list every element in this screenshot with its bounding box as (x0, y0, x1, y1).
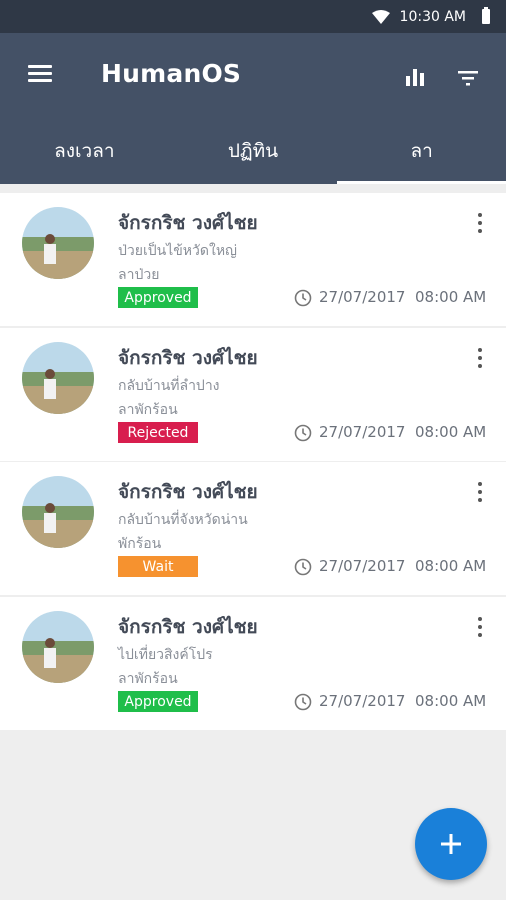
request-date: 27/07/2017 (319, 288, 406, 306)
leave-request-card[interactable]: จักรกริช วงศ์ไชย ไปเที่ยวสิงค์โปร ลาพักร… (0, 597, 506, 730)
tab-leave[interactable]: ลา (337, 117, 506, 184)
request-datetime: 27/07/2017 08:00 AM (319, 557, 486, 575)
app-bar: HumanOS (0, 33, 506, 117)
filter-icon[interactable] (456, 69, 480, 87)
leave-type: ลาพักร้อน (118, 402, 178, 418)
more-options-icon[interactable] (472, 480, 488, 504)
leave-request-card[interactable]: จักรกริช วงศ์ไชย กลับบ้านที่จังหวัดน่าน … (0, 462, 506, 595)
battery-icon (482, 7, 490, 24)
request-datetime: 27/07/2017 08:00 AM (319, 288, 486, 306)
leave-type: ลาพักร้อน (118, 671, 178, 687)
leave-request-card[interactable]: จักรกริช วงศ์ไชย ป่วยเป็นไข้หวัดใหญ่ ลาป… (0, 193, 506, 326)
leave-reason: กลับบ้านที่ลำปาง (118, 378, 220, 394)
leave-reason: ป่วยเป็นไข้หวัดใหญ่ (118, 243, 237, 259)
plus-icon (441, 834, 461, 854)
employee-name: จักรกริช วงศ์ไชย (118, 481, 258, 503)
leave-request-card[interactable]: จักรกริช วงศ์ไชย กลับบ้านที่ลำปาง ลาพักร… (0, 328, 506, 461)
request-date: 27/07/2017 (319, 692, 406, 710)
status-bar: 10:30 AM (0, 0, 506, 33)
status-time: 10:30 AM (399, 8, 466, 25)
clock-icon (294, 693, 312, 711)
status-badge: Approved (118, 691, 198, 712)
request-datetime: 27/07/2017 08:00 AM (319, 423, 486, 441)
more-options-icon[interactable] (472, 211, 488, 235)
employee-name: จักรกริช วงศ์ไชย (118, 616, 258, 638)
bar-chart-icon[interactable] (405, 68, 425, 86)
leave-type: พักร้อน (118, 536, 162, 552)
employee-name: จักรกริช วงศ์ไชย (118, 347, 258, 369)
app-title: HumanOS (101, 59, 242, 88)
tab-check-in[interactable]: ลงเวลา (0, 117, 169, 184)
request-datetime: 27/07/2017 08:00 AM (319, 692, 486, 710)
wifi-icon (371, 9, 390, 24)
tab-bar: ลงเวลา ปฏิทิน ลา (0, 117, 506, 184)
status-badge: Wait (118, 556, 198, 577)
more-options-icon[interactable] (472, 346, 488, 370)
clock-icon (294, 558, 312, 576)
status-badge: Rejected (118, 422, 198, 443)
avatar (22, 342, 94, 414)
leave-type: ลาป่วย (118, 267, 160, 283)
clock-icon (294, 424, 312, 442)
status-badge: Approved (118, 287, 198, 308)
leave-reason: ไปเที่ยวสิงค์โปร (118, 647, 213, 663)
request-time: 08:00 AM (415, 692, 487, 710)
request-time: 08:00 AM (415, 288, 487, 306)
avatar (22, 207, 94, 279)
avatar (22, 611, 94, 683)
more-options-icon[interactable] (472, 615, 488, 639)
add-request-button[interactable] (415, 808, 487, 880)
avatar (22, 476, 94, 548)
employee-name: จักรกริช วงศ์ไชย (118, 212, 258, 234)
request-date: 27/07/2017 (319, 557, 406, 575)
request-time: 08:00 AM (415, 423, 487, 441)
clock-icon (294, 289, 312, 307)
tab-calendar[interactable]: ปฏิทิน (169, 117, 338, 184)
menu-icon[interactable] (28, 65, 52, 83)
request-time: 08:00 AM (415, 557, 487, 575)
request-date: 27/07/2017 (319, 423, 406, 441)
leave-reason: กลับบ้านที่จังหวัดน่าน (118, 512, 248, 528)
